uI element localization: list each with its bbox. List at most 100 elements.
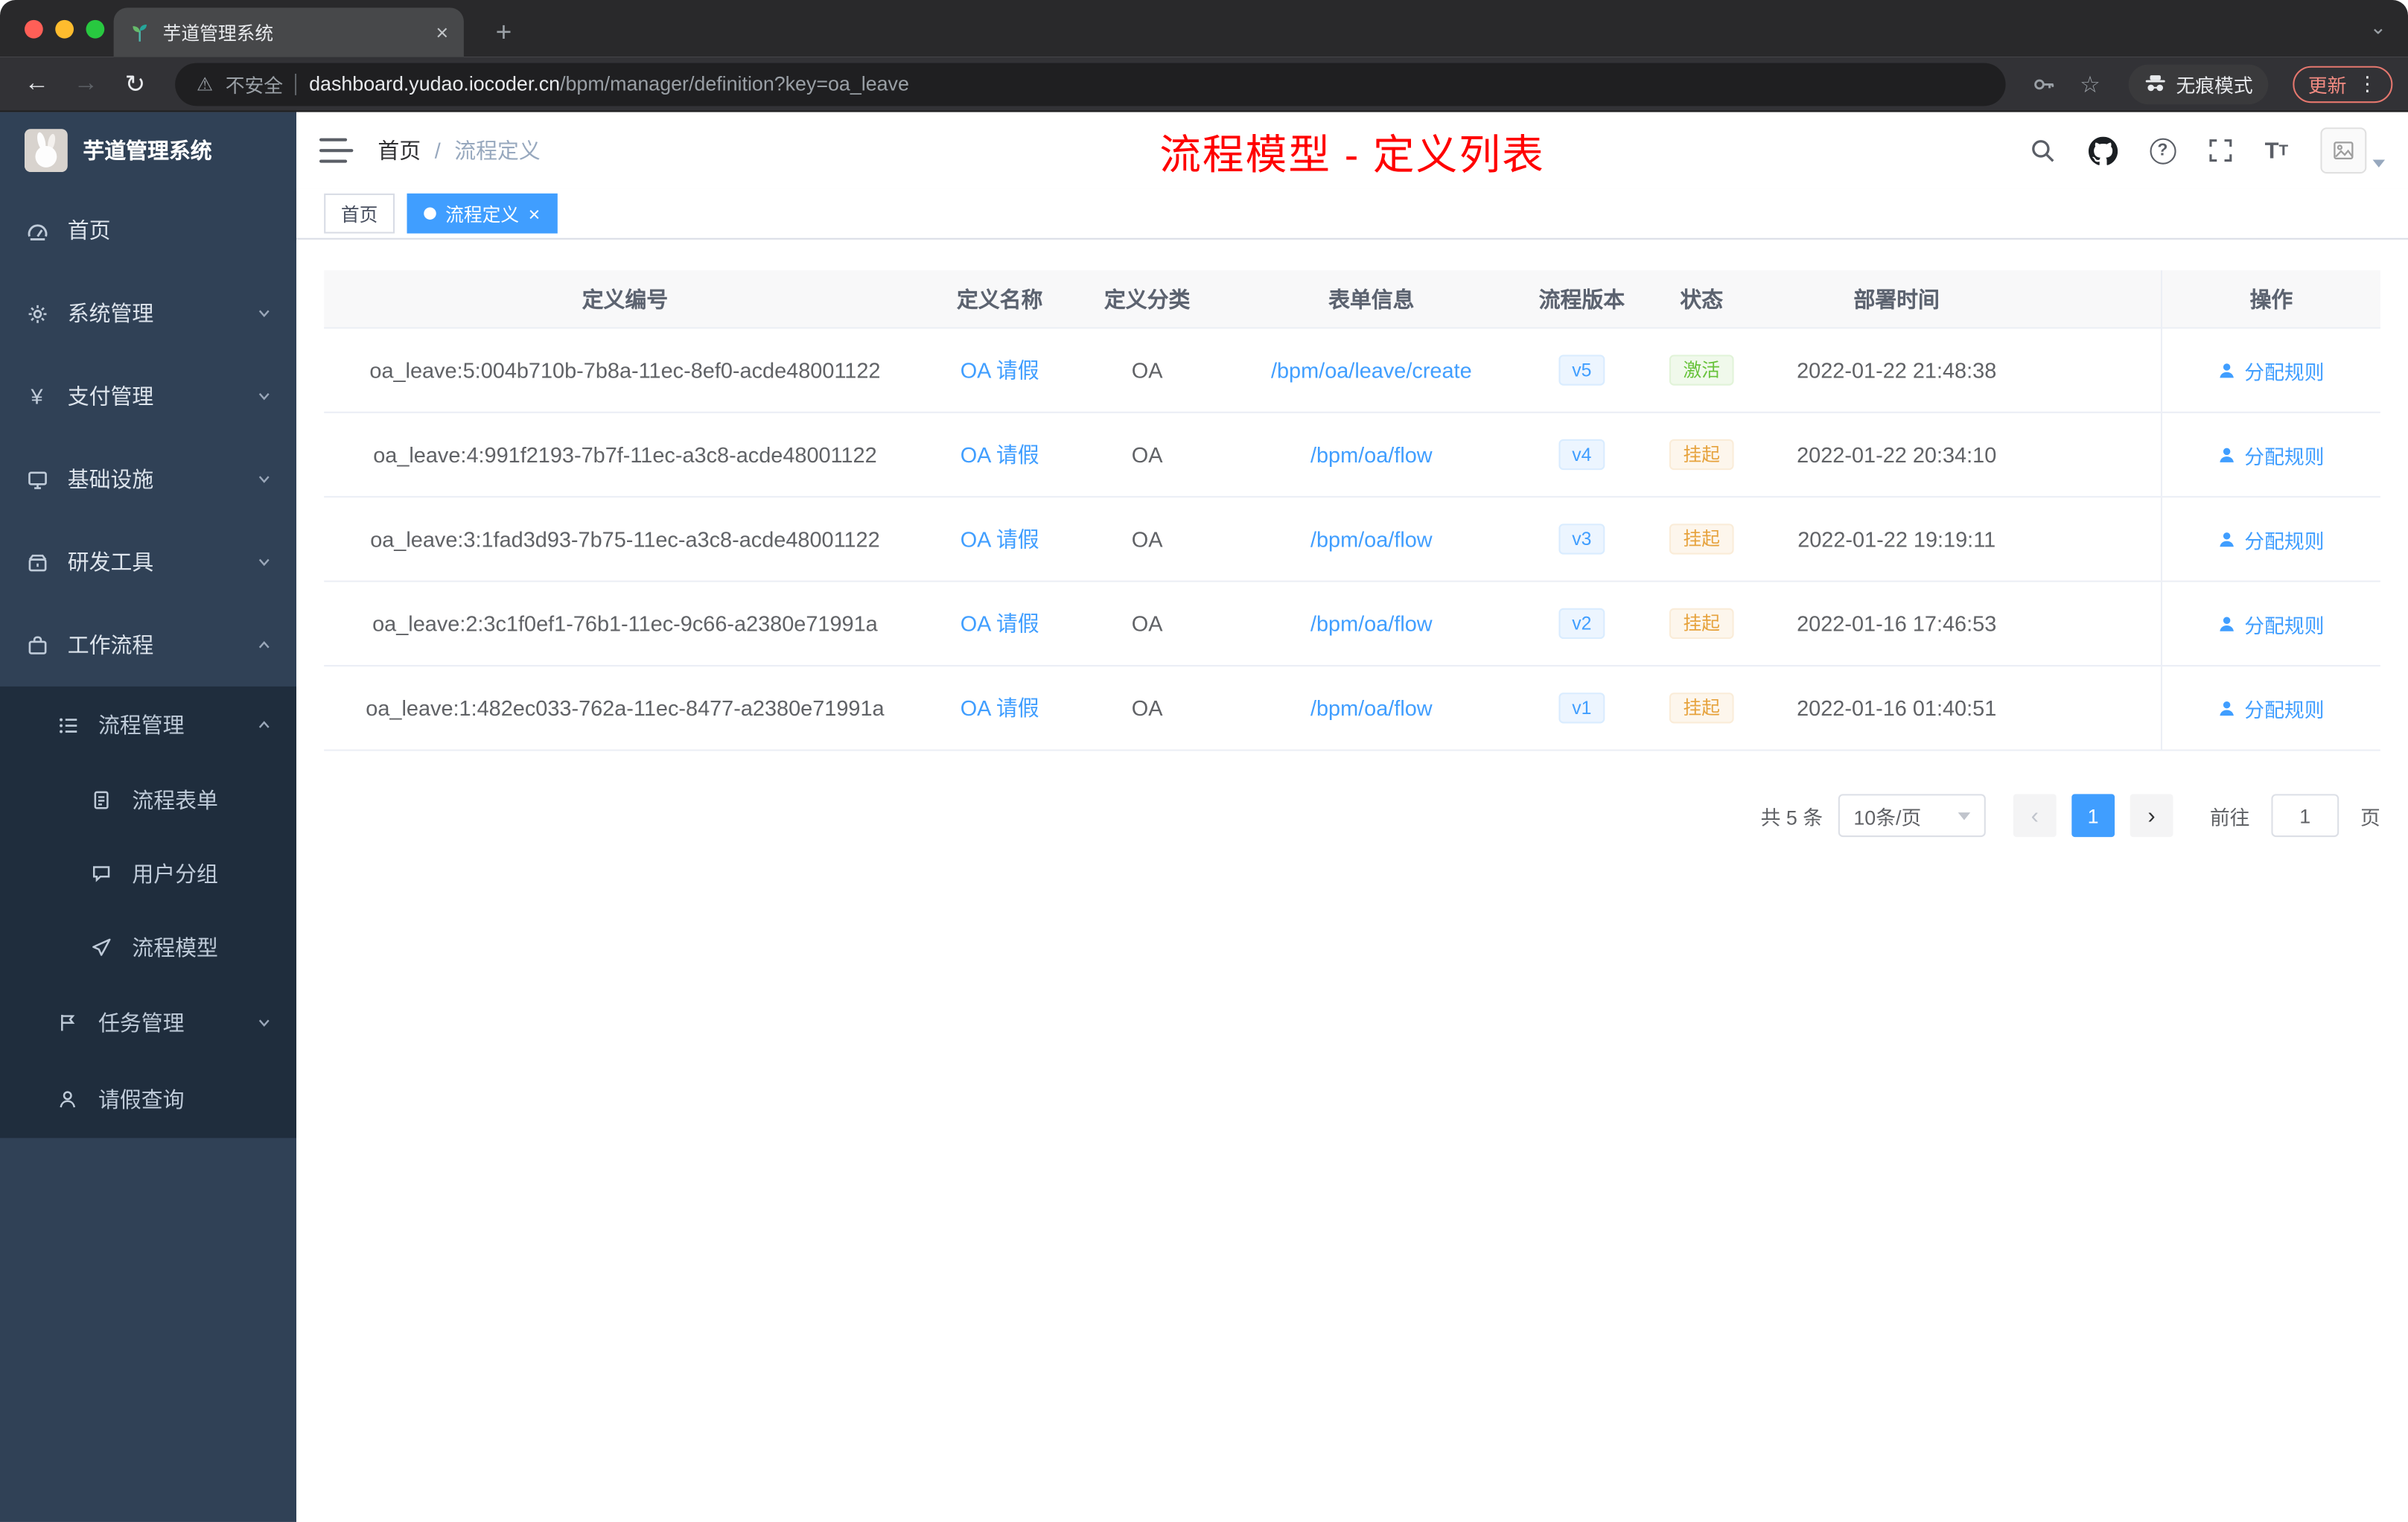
sidebar-item-workflow[interactable]: 工作流程 bbox=[0, 604, 296, 687]
sidebar-item-process-model[interactable]: 流程模型 bbox=[0, 911, 296, 984]
definition-name-link[interactable]: OA 请假 bbox=[961, 523, 1039, 554]
form-link[interactable]: /bpm/oa/leave/create bbox=[1271, 358, 1472, 383]
search-icon[interactable] bbox=[2030, 138, 2056, 164]
app-frame: 芋道管理系统 首页 系统管理 ¥ 支付管理 基础设施 研发工具 工作流程 流程管… bbox=[0, 112, 2408, 1522]
user-avatar[interactable] bbox=[2320, 127, 2386, 174]
tag-home[interactable]: 首页 bbox=[324, 193, 395, 234]
help-icon[interactable]: ? bbox=[2149, 137, 2176, 164]
minimize-window-button[interactable] bbox=[55, 19, 74, 38]
assign-rule-label: 分配规则 bbox=[2244, 445, 2325, 468]
bookmark-star-icon[interactable]: ☆ bbox=[2070, 64, 2110, 104]
github-icon[interactable] bbox=[2088, 136, 2118, 165]
yen-icon: ¥ bbox=[31, 383, 43, 409]
current-page-button[interactable]: 1 bbox=[2071, 794, 2115, 838]
chevron-up-icon bbox=[256, 637, 272, 653]
prev-page-button[interactable]: ‹ bbox=[2013, 794, 2057, 838]
deploy-time: 2022-01-22 20:34:10 bbox=[1797, 442, 1997, 467]
close-icon[interactable]: × bbox=[529, 203, 541, 223]
definition-name-link[interactable]: OA 请假 bbox=[961, 354, 1039, 385]
sidebar-item-infrastructure[interactable]: 基础设施 bbox=[0, 438, 296, 520]
font-size-icon[interactable]: TT bbox=[2265, 138, 2289, 164]
page-size-select[interactable]: 10条/页 bbox=[1838, 794, 1986, 838]
status-badge: 挂起 bbox=[1669, 692, 1734, 724]
briefcase-icon bbox=[25, 633, 49, 657]
definition-name-link[interactable]: OA 请假 bbox=[961, 608, 1039, 639]
goto-page-input[interactable] bbox=[2271, 794, 2339, 838]
definition-name-link[interactable]: OA 请假 bbox=[961, 692, 1039, 723]
chevron-down-icon bbox=[256, 555, 272, 570]
form-link[interactable]: /bpm/oa/flow bbox=[1310, 695, 1433, 720]
key-icon[interactable] bbox=[2024, 64, 2064, 104]
sidebar-item-payment[interactable]: ¥ 支付管理 bbox=[0, 354, 296, 437]
sidebar-item-leave-query[interactable]: 请假查询 bbox=[0, 1061, 296, 1138]
assign-rule-label: 分配规则 bbox=[2244, 613, 2325, 637]
window-controls bbox=[25, 19, 105, 38]
tag-process-definition[interactable]: 流程定义 × bbox=[407, 193, 557, 234]
back-button[interactable]: ← bbox=[16, 63, 59, 106]
sidebar-item-user-group[interactable]: 用户分组 bbox=[0, 837, 296, 911]
definition-id: oa_leave:2:3c1f0ef1-76b1-11ec-9c66-a2380… bbox=[372, 611, 878, 636]
close-window-button[interactable] bbox=[25, 19, 43, 38]
version-tag: v3 bbox=[1558, 523, 1605, 555]
browser-window: 芋道管理系统 × + ⌄ ← → ↻ ⚠ 不安全 dashboard.yudao… bbox=[0, 0, 2408, 1522]
sidebar-item-process-management[interactable]: 流程管理 bbox=[0, 687, 296, 763]
sidebar-item-home[interactable]: 首页 bbox=[0, 189, 296, 272]
user-icon bbox=[55, 1087, 80, 1112]
browser-menu-kebab-icon[interactable]: ⋮ bbox=[2357, 71, 2377, 96]
assign-rule-button[interactable]: 分配规则 bbox=[2218, 355, 2325, 384]
pagination: 共 5 条 10条/页 ‹ 1 › 前往 页 bbox=[324, 794, 2380, 838]
form-link[interactable]: /bpm/oa/flow bbox=[1310, 611, 1433, 636]
next-page-button[interactable]: › bbox=[2130, 794, 2173, 838]
sidebar-item-devtools[interactable]: 研发工具 bbox=[0, 520, 296, 603]
security-warning-icon: ⚠ bbox=[197, 72, 214, 95]
chevron-down-icon bbox=[2372, 159, 2386, 168]
workflow-submenu: 流程管理 流程表单 用户分组 流程模型 任务管理 请假查询 bbox=[0, 686, 297, 1139]
breadcrumb-home[interactable]: 首页 bbox=[378, 136, 421, 166]
fullscreen-icon[interactable] bbox=[2208, 138, 2232, 163]
update-button[interactable]: 更新 ⋮ bbox=[2293, 65, 2393, 103]
sidebar-item-process-form[interactable]: 流程表单 bbox=[0, 763, 296, 837]
assign-rule-button[interactable]: 分配规则 bbox=[2218, 440, 2325, 469]
sidebar-item-task-management[interactable]: 任务管理 bbox=[0, 984, 296, 1061]
security-label: 不安全 bbox=[225, 75, 284, 97]
reload-button[interactable]: ↻ bbox=[114, 63, 157, 106]
browser-tab[interactable]: 芋道管理系统 × bbox=[113, 7, 464, 57]
incognito-icon bbox=[2144, 72, 2167, 95]
list-icon bbox=[55, 713, 80, 737]
zoom-window-button[interactable] bbox=[86, 19, 105, 38]
new-tab-button[interactable]: + bbox=[482, 10, 526, 54]
col-header-category: 定义分类 bbox=[1103, 286, 1191, 311]
tab-favicon bbox=[129, 22, 150, 43]
monitor-icon bbox=[25, 467, 49, 491]
tag-label: 首页 bbox=[340, 203, 378, 226]
definition-id: oa_leave:5:004b710b-7b8a-11ec-8ef0-acde4… bbox=[369, 357, 881, 383]
sidebar: 芋道管理系统 首页 系统管理 ¥ 支付管理 基础设施 研发工具 工作流程 流程管… bbox=[0, 112, 297, 1522]
main-area: 首页 / 流程定义 流程模型 - 定义列表 ? T T 首页 流程定义 × 定义… bbox=[296, 112, 2408, 1522]
chevron-down-icon bbox=[256, 471, 272, 487]
assign-rule-button[interactable]: 分配规则 bbox=[2218, 693, 2325, 722]
definition-category: OA bbox=[1131, 526, 1163, 552]
definition-category: OA bbox=[1131, 611, 1163, 636]
sidebar-item-system[interactable]: 系统管理 bbox=[0, 272, 296, 354]
hamburger-icon[interactable] bbox=[319, 137, 354, 165]
form-link[interactable]: /bpm/oa/flow bbox=[1310, 442, 1433, 467]
assign-rule-button[interactable]: 分配规则 bbox=[2218, 609, 2325, 638]
chevron-down-icon bbox=[1958, 812, 1971, 820]
tags-view: 首页 流程定义 × bbox=[296, 188, 2408, 240]
tab-close-icon[interactable]: × bbox=[436, 22, 448, 43]
table-row: oa_leave:1:482ec033-762a-11ec-8477-a2380… bbox=[324, 666, 2380, 751]
browser-tab-strip: 芋道管理系统 × + ⌄ bbox=[0, 0, 2408, 57]
sidebar-item-label: 用户分组 bbox=[132, 862, 218, 887]
status-badge: 挂起 bbox=[1669, 608, 1734, 639]
page-size-value: 10条/页 bbox=[1853, 805, 1922, 829]
tab-search-chevron-icon[interactable]: ⌄ bbox=[2370, 16, 2386, 40]
form-link[interactable]: /bpm/oa/flow bbox=[1310, 526, 1433, 551]
definition-name-link[interactable]: OA 请假 bbox=[961, 439, 1039, 470]
chevron-down-icon bbox=[256, 1015, 272, 1031]
forward-button: → bbox=[74, 69, 98, 96]
definition-id: oa_leave:4:991f2193-7b7f-11ec-a3c8-acde4… bbox=[373, 442, 877, 467]
url-path: /bpm/manager/definition?key=oa_leave bbox=[560, 71, 909, 95]
address-bar[interactable]: ⚠ 不安全 dashboard.yudao.iocoder.cn/bpm/man… bbox=[175, 62, 2006, 106]
chevron-down-icon bbox=[256, 389, 272, 404]
assign-rule-button[interactable]: 分配规则 bbox=[2218, 524, 2325, 553]
